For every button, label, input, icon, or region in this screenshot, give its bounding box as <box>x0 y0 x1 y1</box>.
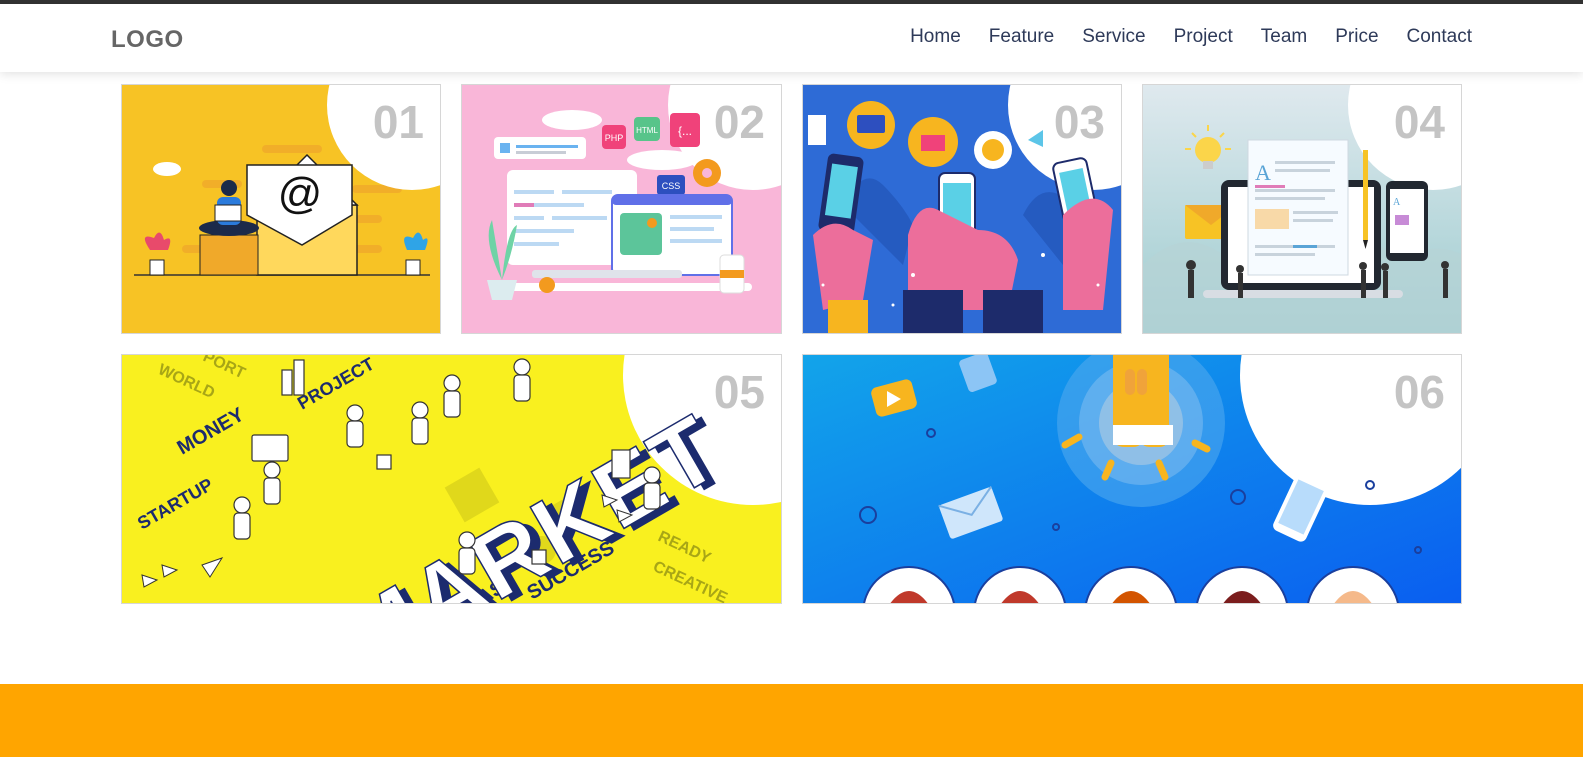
project-card-04[interactable]: A A 04 <box>1142 84 1462 334</box>
nav-link-feature[interactable]: Feature <box>989 26 1054 48</box>
nav-link-service[interactable]: Service <box>1082 26 1145 48</box>
logo[interactable]: LOGO <box>111 26 184 54</box>
html-tag: HTML <box>636 126 658 135</box>
letter-a: A <box>1255 160 1271 185</box>
nav-link-project[interactable]: Project <box>1174 26 1233 48</box>
card-number: 03 <box>1053 96 1105 148</box>
card-number: 04 <box>1393 96 1445 148</box>
letter-a-small: A <box>1393 197 1401 208</box>
code-tag: {... <box>678 124 692 138</box>
marketing-isometric-illustration: MONEY PROJECT STARTUP SUCCESS AS WORLD P… <box>122 355 781 603</box>
navbar: LOGO Home Feature Service Project Team P… <box>0 4 1583 72</box>
main-nav: Home Feature Service Project Team Price … <box>910 26 1472 48</box>
card-number: 01 <box>372 96 424 148</box>
project-card-01[interactable]: @ 01 <box>121 84 441 334</box>
project-card-05[interactable]: MONEY PROJECT STARTUP SUCCESS AS WORLD P… <box>121 354 782 604</box>
nav-link-team[interactable]: Team <box>1261 26 1307 48</box>
project-card-02[interactable]: PHP HTML {... CSS 02 <box>461 84 782 334</box>
project-card-03[interactable]: 03 <box>802 84 1122 334</box>
project-card-06[interactable]: 06 <box>802 354 1462 604</box>
nav-link-home[interactable]: Home <box>910 26 961 48</box>
php-tag: PHP <box>605 133 624 143</box>
card-number: 05 <box>713 366 765 418</box>
nav-link-contact[interactable]: Contact <box>1407 26 1472 48</box>
card-number: 06 <box>1393 366 1445 418</box>
card-number: 02 <box>713 96 765 148</box>
at-symbol: @ <box>278 169 323 218</box>
nav-link-price[interactable]: Price <box>1335 26 1378 48</box>
css-tag: CSS <box>662 181 681 191</box>
footer-band <box>0 684 1583 757</box>
team-magnet-illustration <box>803 355 1461 603</box>
